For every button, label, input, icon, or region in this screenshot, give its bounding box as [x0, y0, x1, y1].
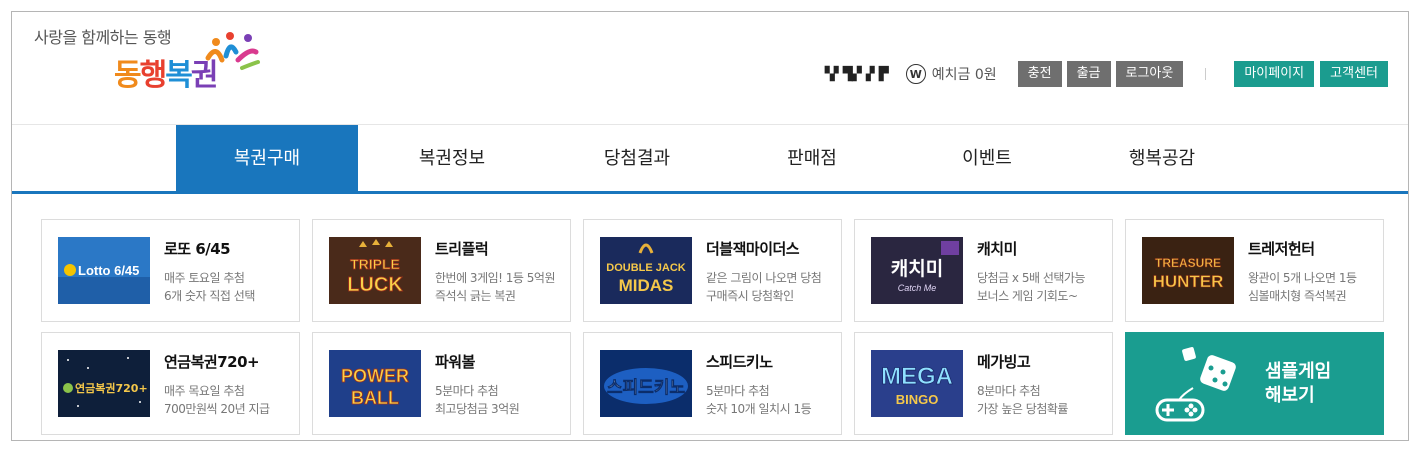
game-card-pension720[interactable]: 연금복권720+ 연금복권720+ 매주 목요일 추첨 700만원씩 20년 지… — [41, 332, 300, 435]
game-desc: 심볼매치형 즉석복권 — [1248, 289, 1347, 303]
mega-bingo-logo-text: MEGA — [881, 363, 953, 390]
site-header: 사랑을 함께하는 동행 동행복권 ▚▘▜▞▗▘▛ W 예치금 0원 충전 출금 … — [12, 12, 1408, 124]
nav-item-stores[interactable]: 판매점 — [721, 125, 903, 192]
powerball-logo-text: BALL — [351, 388, 399, 408]
nav-item-events[interactable]: 이벤트 — [896, 125, 1078, 192]
withdraw-button[interactable]: 출금 — [1066, 61, 1111, 87]
speed-keno-logo: 스피드키노 — [600, 350, 692, 417]
double-jack-midas-logo-text: DOUBLE JACK — [606, 262, 686, 274]
game-card-powerball[interactable]: POWER BALL 파워볼 5분마다 추첨 최고당첨금 3억원 — [312, 332, 571, 435]
game-card-double-jack-midas[interactable]: DOUBLE JACK MIDAS 더블잭마이더스 같은 그림이 나오면 당첨 … — [583, 219, 842, 322]
dice-gamepad-icon — [1155, 347, 1236, 422]
treasure-hunter-logo: TREASURE HUNTER — [1142, 237, 1234, 304]
nav-item-results[interactable]: 당첨결과 — [546, 125, 728, 192]
game-desc: 같은 그림이 나오면 당첨 — [706, 271, 822, 285]
sample-game-button[interactable]: 샘플게임 해보기 — [1125, 332, 1384, 435]
game-desc: 보너스 게임 기회도~ — [977, 289, 1078, 303]
sample-line: 샘플게임 — [1265, 361, 1332, 382]
lotto645-logo: Lotto 6/45 — [58, 237, 150, 304]
triple-luck-logo-text: TRIPLE — [350, 256, 400, 272]
page-frame: 사랑을 함께하는 동행 동행복권 ▚▘▜▞▗▘▛ W 예치금 0원 충전 출금 … — [11, 11, 1409, 441]
game-desc: 최고당첨금 3억원 — [435, 402, 520, 416]
game-desc: 매주 토요일 추첨 — [164, 271, 245, 285]
game-desc: 5분마다 추첨 — [435, 384, 499, 398]
mega-bingo-logo-text: BINGO — [896, 392, 939, 407]
game-desc: 가장 높은 당첨확률 — [977, 402, 1068, 416]
game-desc: 구매즉시 당첨확인 — [706, 289, 794, 303]
mega-bingo-logo: MEGA BINGO — [871, 350, 963, 417]
game-title: 캐치미 — [977, 240, 1017, 258]
game-title: 연금복권720+ — [164, 353, 260, 371]
game-desc: 6개 숫자 직접 선택 — [164, 289, 255, 303]
logo-people-icon — [205, 32, 260, 70]
game-desc: 왕관이 5개 나오면 1등 — [1248, 271, 1357, 285]
game-desc: 숫자 10개 일치시 1등 — [706, 402, 812, 416]
triple-luck-logo: TRIPLE LUCK — [329, 237, 421, 304]
logo-slogan: 사랑을 함께하는 동행 — [34, 28, 172, 47]
nav-item-happy-space[interactable]: 행복공감 — [1071, 125, 1253, 192]
sample-line: 해보기 — [1265, 385, 1315, 406]
game-desc: 700만원씩 20년 지급 — [164, 402, 270, 416]
treasure-hunter-logo-text: TREASURE — [1155, 256, 1221, 270]
main-nav: 복권구매 복권정보 당첨결과 판매점 이벤트 행복공감 — [12, 124, 1408, 194]
double-jack-midas-logo: DOUBLE JACK MIDAS — [600, 237, 692, 304]
game-title: 메가빙고 — [977, 353, 1031, 371]
user-name: ▚▘▜▞▗▘▛ — [824, 66, 889, 82]
triple-luck-logo-text: LUCK — [347, 274, 403, 296]
game-card-lotto645[interactable]: Lotto 6/45 로또 6/45 매주 토요일 추첨 6개 숫자 직접 선택 — [41, 219, 300, 322]
powerball-logo-text: POWER — [341, 366, 409, 386]
pension720-logo-text: 연금복권720+ — [75, 381, 148, 395]
nav-item-buy-lottery[interactable]: 복권구매 — [176, 125, 358, 192]
game-title: 파워볼 — [435, 353, 475, 371]
brand-char: 복 — [165, 58, 193, 93]
logout-button[interactable]: 로그아웃 — [1115, 61, 1184, 87]
divider — [1205, 68, 1207, 80]
site-logo[interactable]: 사랑을 함께하는 동행 동행복권 — [34, 24, 264, 104]
game-desc: 당첨금 x 5배 선택가능 — [977, 271, 1086, 285]
lotto645-logo-text: Lotto 6/45 — [78, 263, 139, 278]
treasure-hunter-logo-text: HUNTER — [1153, 272, 1224, 291]
powerball-logo: POWER BALL — [329, 350, 421, 417]
game-desc: 한번에 3게임! 1등 5억원 — [435, 271, 555, 285]
game-title: 스피드키노 — [706, 353, 773, 371]
brand-char: 행 — [139, 58, 168, 93]
won-icon: W — [905, 64, 926, 84]
game-title: 더블잭마이더스 — [706, 240, 800, 258]
deposit-info: W 예치금 0원 — [905, 64, 997, 84]
sample-game-label: 샘플게임 해보기 — [1265, 360, 1331, 408]
game-desc: 8분마다 추첨 — [977, 384, 1041, 398]
game-card-mega-bingo[interactable]: MEGA BINGO 메가빙고 8분마다 추첨 가장 높은 당첨확률 — [854, 332, 1113, 435]
nav-item-lottery-info[interactable]: 복권정보 — [361, 125, 543, 192]
speed-keno-logo-text: 스피드키노 — [607, 378, 686, 398]
game-title: 트레저헌터 — [1248, 240, 1315, 258]
game-card-speed-keno[interactable]: 스피드키노 스피드키노 5분마다 추첨 숫자 10개 일치시 1등 — [583, 332, 842, 435]
game-card-treasure-hunter[interactable]: TREASURE HUNTER 트레저헌터 왕관이 5개 나오면 1등 심볼매치… — [1125, 219, 1384, 322]
game-desc: 5분마다 추첨 — [706, 384, 770, 398]
game-desc: 즉석식 긁는 복권 — [435, 289, 516, 303]
game-title: 트리플럭 — [435, 240, 489, 258]
pension720-logo: 연금복권720+ — [58, 350, 150, 417]
user-bar: ▚▘▜▞▗▘▛ W 예치금 0원 충전 출금 로그아웃 마이페이지 고객센터 — [825, 60, 1388, 88]
catch-me-logo-text: 캐치미 — [891, 258, 943, 280]
game-desc: 매주 목요일 추첨 — [164, 384, 245, 398]
charge-button[interactable]: 충전 — [1017, 61, 1062, 87]
game-title: 로또 6/45 — [164, 240, 231, 258]
catch-me-logo-text: Catch Me — [898, 283, 937, 293]
customer-center-button[interactable]: 고객센터 — [1320, 61, 1388, 87]
game-card-triple-luck[interactable]: TRIPLE LUCK 트리플럭 한번에 3게임! 1등 5억원 즉석식 긁는 … — [312, 219, 571, 322]
game-card-catch-me[interactable]: 캐치미 Catch Me 캐치미 당첨금 x 5배 선택가능 보너스 게임 기회… — [854, 219, 1113, 322]
brand-char: 동 — [114, 58, 142, 93]
catch-me-logo: 캐치미 Catch Me — [871, 237, 963, 304]
deposit-label: 예치금 0원 — [931, 67, 997, 83]
double-jack-midas-logo-text: MIDAS — [619, 276, 674, 295]
mypage-button[interactable]: 마이페이지 — [1234, 61, 1315, 87]
